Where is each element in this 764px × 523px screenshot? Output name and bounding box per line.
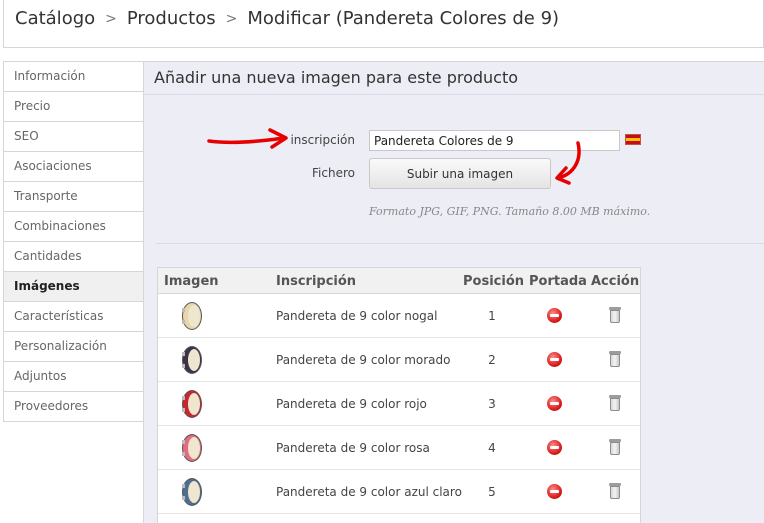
header-posicion: Posición [463,274,525,289]
tambourine-thumbnail[interactable] [175,300,209,332]
row-position: 1 [488,309,496,323]
not-cover-icon[interactable] [547,308,562,323]
header-portada: Portada [529,274,587,289]
trash-icon[interactable] [609,351,621,367]
chevron-right-icon: > [225,11,238,27]
tab-caracteristicas[interactable]: Características [3,302,144,332]
upload-hint: Formato JPG, GIF, PNG. Tamaño 8.00 MB má… [369,205,651,218]
table-row[interactable]: Pandereta de 9 color morado 2 [158,338,640,382]
tab-asociaciones[interactable]: Asociaciones [3,152,144,182]
file-label: Fichero [312,166,355,180]
row-position: 2 [488,353,496,367]
tab-transporte[interactable]: Transporte [3,182,144,212]
row-caption: Pandereta de 9 color azul claro [276,485,462,499]
header-imagen: Imagen [164,274,219,289]
not-cover-icon[interactable] [547,440,562,455]
images-table: Imagen Inscripción Posición Portada Acci… [157,267,641,523]
tab-precio[interactable]: Precio [3,92,144,122]
tab-imagenes[interactable]: Imágenes [3,272,144,302]
annotation-arrow-left-icon [555,141,581,185]
table-row[interactable]: Pandereta de 9 color nogal 1 [158,294,640,338]
breadcrumb: Catálogo > Productos > Modificar (Pandereta … [15,8,559,29]
header-accion: Acción [591,274,640,289]
images-panel: Añadir una nueva imagen para este produc… [143,61,764,523]
breadcrumb-item-productos[interactable]: Productos [127,8,216,29]
table-header: Imagen Inscripción Posición Portada Acci… [158,268,640,294]
row-caption: Pandereta de 9 color morado [276,353,451,367]
table-row[interactable]: Pandereta de 9 color rosa 4 [158,426,640,470]
trash-icon[interactable] [609,483,621,499]
form-divider [156,243,764,244]
row-caption: Pandereta de 9 color rojo [276,397,427,411]
row-position: 4 [488,441,496,455]
tab-combinaciones[interactable]: Combinaciones [3,212,144,242]
header-inscripcion: Inscripción [276,274,357,289]
chevron-right-icon: > [105,11,117,27]
tambourine-thumbnail[interactable] [175,388,209,420]
not-cover-icon[interactable] [547,484,562,499]
row-position: 3 [488,397,496,411]
tab-personalizacion[interactable]: Personalización [3,332,144,362]
row-caption: Pandereta de 9 color nogal [276,309,438,323]
tab-cantidades[interactable]: Cantidades [3,242,144,272]
trash-icon[interactable] [609,439,621,455]
table-row[interactable]: Pandereta de 9 color azul claro 5 [158,470,640,514]
tab-seo[interactable]: SEO [3,122,144,152]
not-cover-icon[interactable] [547,396,562,411]
trash-icon[interactable] [609,395,621,411]
breadcrumb-item-current: Modificar (Pandereta Colores de 9) [247,8,560,29]
trash-icon[interactable] [609,307,621,323]
tambourine-thumbnail[interactable] [175,344,209,376]
table-row[interactable]: Pandereta de 9 color rojo 3 [158,382,640,426]
tab-adjuntos[interactable]: Adjuntos [3,362,144,392]
spain-flag-icon[interactable] [625,134,641,145]
tab-proveedores[interactable]: Proveedores [3,392,144,422]
breadcrumb-item-catalogo[interactable]: Catálogo [15,8,95,29]
upload-image-button[interactable]: Subir una imagen [369,158,551,189]
annotation-arrow-right-icon [207,128,288,149]
tambourine-thumbnail[interactable] [175,476,209,508]
section-title: Añadir una nueva imagen para este produc… [154,68,519,87]
row-caption: Pandereta de 9 color rosa [276,441,430,455]
tab-informacion[interactable]: Información [3,62,144,92]
title-divider [144,94,764,95]
row-position: 5 [488,485,496,499]
breadcrumb-bar: Catálogo > Productos > Modificar (Pandereta … [3,0,764,48]
not-cover-icon[interactable] [547,352,562,367]
product-tabs-sidebar: Información Precio SEO Asociaciones Tran… [3,61,144,422]
tambourine-thumbnail[interactable] [175,432,209,464]
